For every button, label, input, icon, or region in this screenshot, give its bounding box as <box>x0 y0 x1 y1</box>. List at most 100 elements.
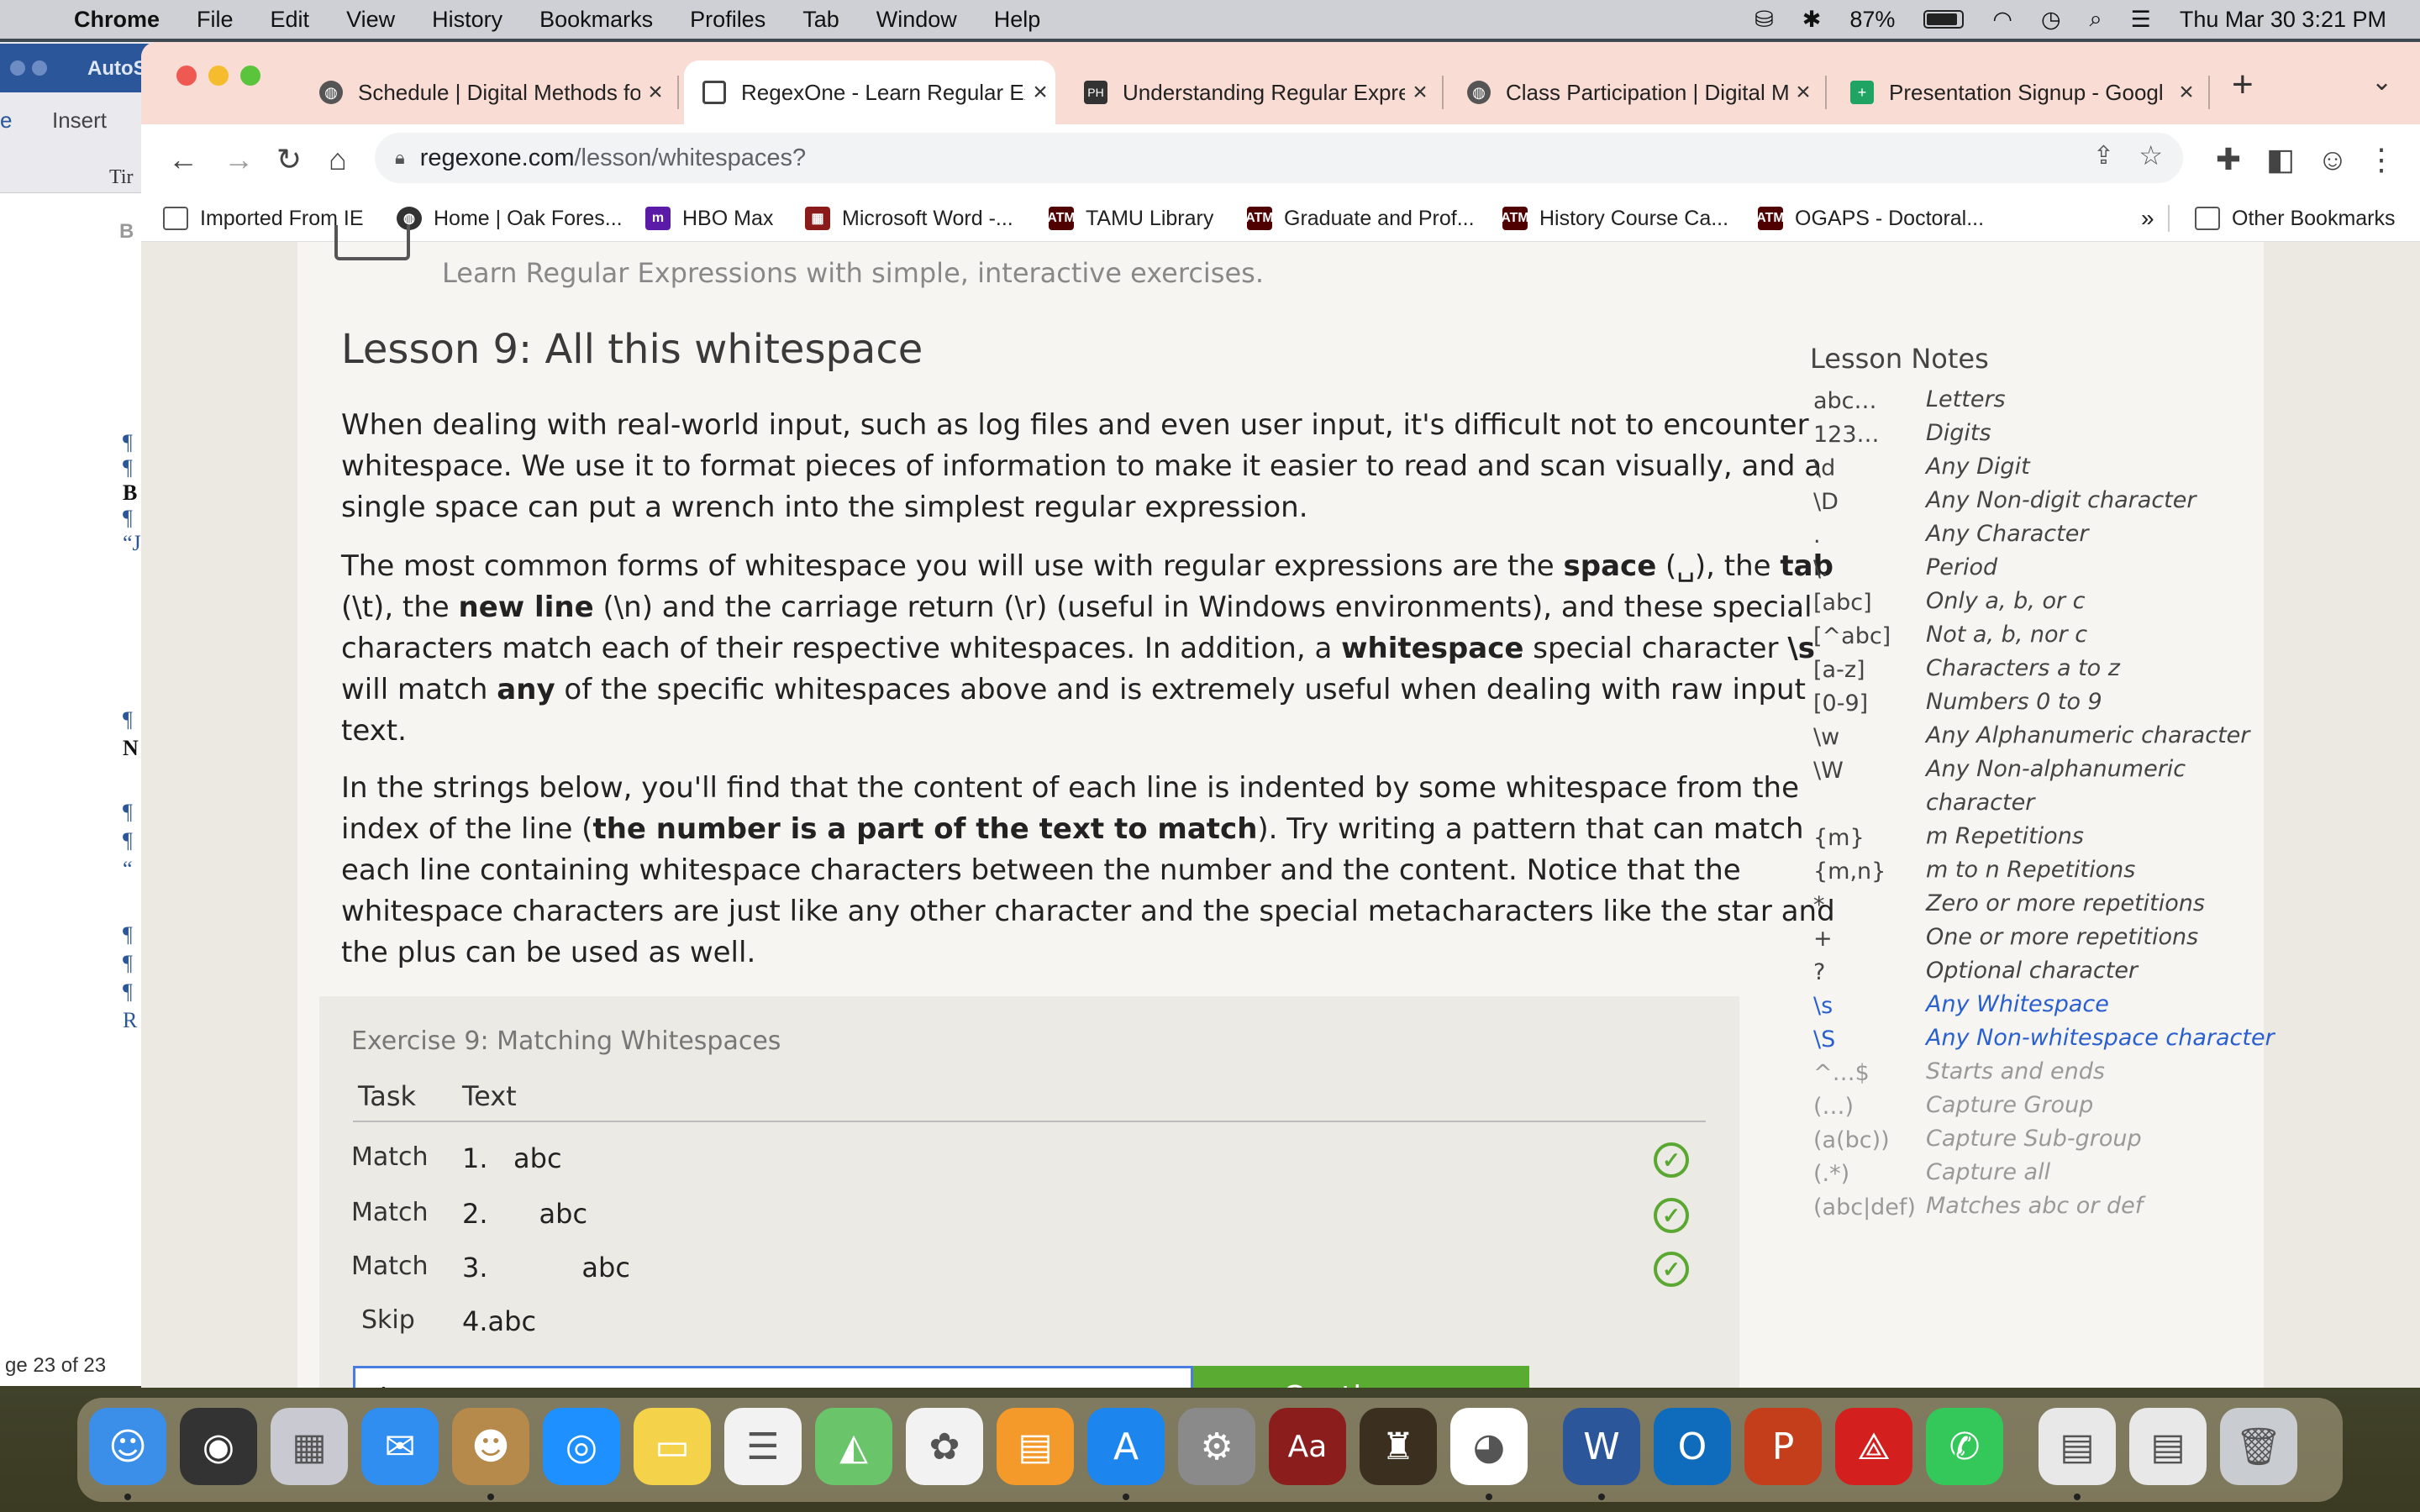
bookmarks-overflow-chevron[interactable]: » <box>2141 203 2154 234</box>
dictionary-icon[interactable]: Aa <box>1269 1408 1346 1485</box>
tab-class-participation[interactable]: ◍ Class Participation | Digital M × <box>1449 60 1818 124</box>
bookmark-imported-from-ie[interactable]: Imported From IE <box>163 203 364 234</box>
bookmark-graduate-prof[interactable]: ATM Graduate and Prof... <box>1245 203 1475 234</box>
note-description: Matches abc or def <box>1926 1193 2144 1219</box>
word-tab-home[interactable]: e <box>0 108 12 134</box>
photos-icon[interactable]: ✿ <box>906 1408 983 1485</box>
close-tab-icon[interactable]: × <box>640 78 671 107</box>
regex-answer-input[interactable]: \s <box>353 1366 1193 1388</box>
url-host: regexone.com <box>419 144 575 171</box>
doc2-icon[interactable]: ▤ <box>2129 1408 2207 1485</box>
menu-window[interactable]: Window <box>876 7 957 33</box>
profile-avatar-icon[interactable]: ☺ <box>2309 136 2356 183</box>
home-button[interactable]: ⌂ <box>314 136 361 183</box>
note-pattern: \S <box>1813 1026 1836 1053</box>
column-header-text: Text <box>462 1080 517 1112</box>
outlook-icon[interactable]: O <box>1654 1408 1731 1485</box>
note-description: Numbers 0 to 9 <box>1926 689 2102 715</box>
spotlight-search-icon[interactable]: ⌕ <box>2090 6 2102 33</box>
word-icon[interactable]: W <box>1563 1408 1640 1485</box>
lock-icon[interactable]: 🔒︎ <box>395 147 405 169</box>
note-pattern: (…) <box>1813 1094 1854 1120</box>
menu-history[interactable]: History <box>432 7 502 33</box>
finder-icon[interactable]: ☺ <box>89 1408 166 1485</box>
chrome-menu-icon[interactable]: ⋮ <box>2358 136 2405 183</box>
reload-button[interactable]: ↻ <box>266 136 313 183</box>
reminders-icon[interactable]: ☰ <box>724 1408 802 1485</box>
tab-schedule[interactable]: ◍ Schedule | Digital Methods fo × <box>301 60 671 124</box>
menu-help[interactable]: Help <box>994 7 1041 33</box>
tab-understanding-regex[interactable]: PH Understanding Regular Expre × <box>1065 60 1435 124</box>
control-center-icon[interactable]: ☰ <box>2131 7 2151 33</box>
status-extension-icon[interactable]: ⛁ <box>1754 7 1774 33</box>
menu-edit[interactable]: Edit <box>271 7 310 33</box>
close-tab-icon[interactable]: × <box>1788 78 1818 107</box>
note-description: Digits <box>1926 420 1991 446</box>
books-icon[interactable]: ▤ <box>997 1408 1074 1485</box>
note-description: Any Non-whitespace character <box>1926 1025 2275 1051</box>
close-tab-icon[interactable]: × <box>1025 78 1055 107</box>
window-minimize-button[interactable] <box>208 66 229 86</box>
window-zoom-button[interactable] <box>240 66 260 86</box>
trash-icon[interactable]: 🗑︎ <box>2220 1408 2297 1485</box>
menu-app-name[interactable]: Chrome <box>74 7 160 33</box>
share-icon[interactable]: ⇪ <box>2093 141 2114 171</box>
doc1-icon[interactable]: ▤ <box>2039 1408 2116 1485</box>
menu-tab[interactable]: Tab <box>802 7 839 33</box>
bookmark-tamu-library[interactable]: ATM TAMU Library <box>1047 203 1213 234</box>
note-description: Characters a to z <box>1926 655 2120 681</box>
siri-icon[interactable]: ◉ <box>180 1408 257 1485</box>
powerpoint-icon[interactable]: P <box>1744 1408 1822 1485</box>
bookmark-hbo-max[interactable]: m HBO Max <box>645 203 773 234</box>
word-font-name[interactable]: Tir <box>109 166 133 189</box>
dock-running-indicator <box>1486 1494 1492 1500</box>
note-description: Letters <box>1926 386 2006 412</box>
bookmark-history-course[interactable]: ATM History Course Ca... <box>1501 203 1728 234</box>
word-bold-button[interactable]: B <box>119 220 134 244</box>
chrome-icon[interactable]: ◕ <box>1450 1408 1528 1485</box>
menubar-clock[interactable]: Thu Mar 30 3:21 PM <box>2180 7 2386 33</box>
note-pattern: {m} <box>1813 825 1865 851</box>
time-machine-icon[interactable]: ◷ <box>2041 7 2061 33</box>
messages-icon[interactable]: ✆ <box>1926 1408 2003 1485</box>
medieval-icon[interactable]: ♜ <box>1360 1408 1437 1485</box>
back-button[interactable]: ← <box>160 136 207 183</box>
contacts-icon[interactable]: ☻ <box>452 1408 529 1485</box>
safari-icon[interactable]: ◎ <box>543 1408 620 1485</box>
settings-icon[interactable]: ⚙ <box>1178 1408 1255 1485</box>
continue-button[interactable]: Continue › <box>1193 1366 1529 1388</box>
bluetooth-icon[interactable]: ✱ <box>1802 7 1822 33</box>
tab-search-chevron-icon[interactable]: ⌄ <box>2371 67 2392 97</box>
wifi-icon[interactable]: ◠ <box>1992 7 2012 33</box>
close-tab-icon[interactable]: × <box>2171 78 2202 107</box>
menu-profiles[interactable]: Profiles <box>690 7 765 33</box>
side-panel-icon[interactable]: ◧ <box>2257 136 2304 183</box>
note-pattern: {m,n} <box>1813 858 1886 885</box>
address-bar[interactable]: 🔒︎ regexone.com/lesson/whitespaces? ⇪ ☆ <box>375 133 2183 183</box>
window-close-button[interactable] <box>176 66 197 86</box>
forward-button[interactable]: → <box>215 136 262 183</box>
bookmark-ogaps[interactable]: ATM OGAPS - Doctoral... <box>1756 203 1984 234</box>
extensions-puzzle-icon[interactable]: ✚ <box>2205 136 2252 183</box>
tab-presentation-signup[interactable]: + Presentation Signup - Googl × <box>1832 60 2202 124</box>
tab-regexone[interactable]: RegexOne - Learn Regular Ex × <box>684 60 1055 124</box>
notes-icon[interactable]: ▭ <box>634 1408 711 1485</box>
bookmark-star-icon[interactable]: ☆ <box>2139 139 2163 171</box>
appstore-icon[interactable]: A <box>1087 1408 1165 1485</box>
menu-file[interactable]: File <box>197 7 234 33</box>
launchpad-icon[interactable]: ▦ <box>271 1408 348 1485</box>
battery-icon[interactable] <box>1923 10 1965 29</box>
new-tab-button[interactable]: + <box>2232 64 2254 106</box>
note-pattern: \. <box>1813 556 1828 582</box>
menu-view[interactable]: View <box>346 7 395 33</box>
acrobat-icon[interactable]: ⟁ <box>1835 1408 1912 1485</box>
bookmark-oak-forest[interactable]: ◍ Home | Oak Fores... <box>397 203 623 234</box>
menu-bookmarks[interactable]: Bookmarks <box>539 7 653 33</box>
mail-icon[interactable]: ✉ <box>361 1408 439 1485</box>
word-paragraph-marks: ¶ ¶ B ¶ “J <box>123 430 141 555</box>
word-tab-insert[interactable]: Insert <box>52 108 107 134</box>
bookmark-other-bookmarks[interactable]: Other Bookmarks <box>2195 203 2396 234</box>
close-tab-icon[interactable]: × <box>1405 78 1435 107</box>
bookmark-microsoft-word[interactable]: ▦ Microsoft Word -... <box>805 203 1013 234</box>
maps-icon[interactable]: ◭ <box>815 1408 892 1485</box>
